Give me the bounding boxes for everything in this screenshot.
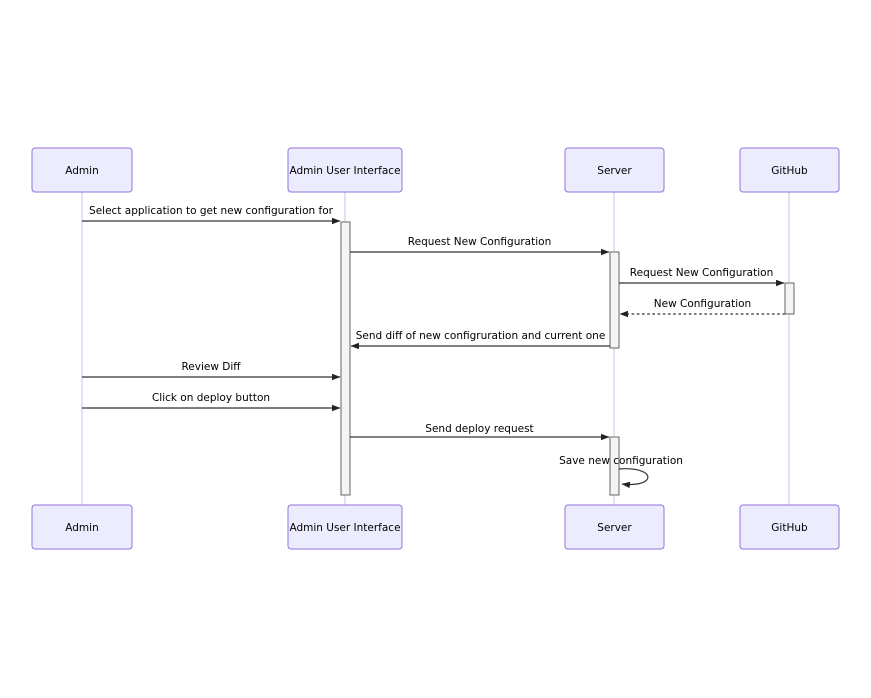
participant-label-admin-top: Admin [65,165,98,177]
message-m4: New Configuration [619,298,785,318]
messages-group: Select application to get new configurat… [82,205,785,489]
message-label-m9: Save new configuration [559,455,683,467]
participant-server-bottom[interactable]: Server [564,504,665,550]
participant-label-ui-bottom: Admin User Interface [289,522,400,534]
participant-ui-bottom[interactable]: Admin User Interface [287,504,403,550]
message-label-m8: Send deploy request [425,423,533,435]
message-label-m7: Click on deploy button [152,392,270,404]
activation-bar-server [609,251,620,349]
message-m5: Send diff of new configruration and curr… [350,330,610,350]
participant-ui-top[interactable]: Admin User Interface [287,147,403,193]
message-label-m4: New Configuration [654,298,751,310]
message-m6: Review Diff [82,361,341,381]
participant-admin-top[interactable]: Admin [31,147,133,193]
participant-label-admin-bottom: Admin [65,522,98,534]
participant-github-bottom[interactable]: GitHub [739,504,840,550]
message-label-m5: Send diff of new configruration and curr… [356,330,606,342]
activation-bar-ui [340,221,351,496]
message-label-m2: Request New Configuration [408,236,551,248]
message-m8: Send deploy request [350,423,610,441]
participant-github-top[interactable]: GitHub [739,147,840,193]
message-m3: Request New Configuration [619,267,785,287]
participant-label-github-top: GitHub [771,165,808,177]
message-label-m1: Select application to get new configurat… [89,205,334,217]
sequence-diagram-canvas: Select application to get new configurat… [0,0,871,698]
participant-label-server-top: Server [597,165,632,177]
message-m1: Select application to get new configurat… [82,205,341,225]
message-m9: Save new configuration [559,455,683,489]
participant-label-ui-top: Admin User Interface [289,165,400,177]
activation-bar-github [784,282,795,315]
sequence-diagram-svg: Select application to get new configurat… [31,147,840,550]
message-label-m6: Review Diff [181,361,241,373]
participant-label-server-bottom: Server [597,522,632,534]
message-m2: Request New Configuration [350,236,610,256]
participant-admin-bottom[interactable]: Admin [31,504,133,550]
self-loop-path-m9 [618,468,649,489]
message-label-m3: Request New Configuration [630,267,773,279]
message-m7: Click on deploy button [82,392,341,412]
participant-server-top[interactable]: Server [564,147,665,193]
participant-label-github-bottom: GitHub [771,522,808,534]
